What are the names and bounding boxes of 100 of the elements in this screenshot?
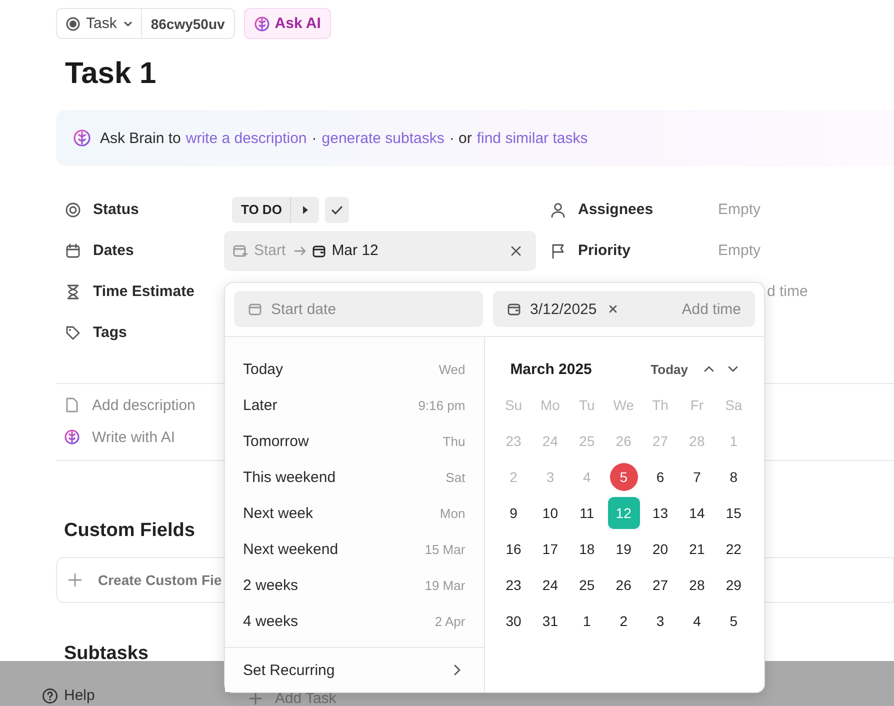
section-title: Custom Fields <box>64 519 195 543</box>
weekday-label: Th <box>652 397 668 413</box>
calendar-day[interactable]: 6 <box>644 461 676 493</box>
banner-text: Ask Brain to <box>100 130 181 146</box>
property-label: Dates <box>93 242 134 259</box>
calendar-day[interactable]: 8 <box>718 461 750 493</box>
shortcut-item[interactable]: Next weekend 15 Mar <box>225 531 484 567</box>
due-date-value: 3/12/2025 <box>530 300 597 318</box>
banner-link[interactable]: write a description <box>186 130 307 146</box>
banner-link[interactable]: generate subtasks <box>322 130 444 146</box>
task-id[interactable]: 86cwy50uv <box>142 9 234 38</box>
shortcut-item[interactable]: Later 9:16 pm <box>225 387 484 423</box>
ask-ai-button[interactable]: Ask AI <box>244 8 331 39</box>
calendar-day[interactable]: 22 <box>718 533 750 565</box>
arrow-right-icon <box>294 244 306 256</box>
shortcut-item[interactable]: 4 weeks 2 Apr <box>225 603 484 639</box>
shortcut-hint: 19 Mar <box>424 578 466 592</box>
calendar-day[interactable]: 21 <box>680 533 713 565</box>
calendar-day[interactable]: 24 <box>534 569 566 601</box>
shortcut-item[interactable]: This weekend Sat <box>225 459 484 495</box>
calendar-day[interactable]: 2 <box>608 605 640 637</box>
plus-icon <box>248 692 262 705</box>
shortcut-label: 4 weeks <box>243 612 298 630</box>
weekday-label: We <box>613 397 634 413</box>
close-icon <box>510 244 522 256</box>
calendar-icon <box>65 242 81 258</box>
banner-text: · <box>312 130 317 146</box>
shortcut-hint: Thu <box>442 434 466 448</box>
close-icon <box>608 304 618 314</box>
caret-right-icon <box>302 206 308 214</box>
property-label: Priority <box>578 242 631 259</box>
date-range-field[interactable]: Start Mar 12 <box>224 230 536 270</box>
status-label: TO DO <box>232 196 291 222</box>
hourglass-icon <box>65 284 81 300</box>
calendar-icon <box>248 302 262 316</box>
calendar-day[interactable]: 19 <box>608 533 640 565</box>
shortcut-item[interactable]: Today Wed <box>225 351 484 387</box>
shortcut-label: Today <box>243 360 284 378</box>
task-type-label: Task <box>86 15 117 32</box>
calendar-day[interactable]: 23 <box>498 569 530 601</box>
help-button[interactable]: Help <box>42 687 95 704</box>
calendar-icon <box>507 302 521 316</box>
calendar-day[interactable]: 3 <box>644 605 676 637</box>
help-icon <box>42 688 58 704</box>
radio-dot-icon <box>66 16 80 30</box>
calendar-day[interactable]: 4 <box>680 605 713 637</box>
calendar-day[interactable]: 30 <box>498 605 530 637</box>
calendar-day[interactable]: 31 <box>534 605 566 637</box>
calendar-day[interactable]: 20 <box>644 533 676 565</box>
recurring-label: Set Recurring <box>243 662 335 678</box>
property-label: Tags <box>93 324 127 341</box>
status-icon <box>65 202 81 218</box>
calendar-day[interactable]: 28 <box>680 569 713 601</box>
tag-icon <box>65 324 81 340</box>
task-type-selector[interactable]: Task 86cwy50uv <box>56 8 235 39</box>
shortcut-label: This weekend <box>243 468 336 486</box>
document-icon <box>64 397 80 413</box>
today-button[interactable]: Today <box>650 362 694 376</box>
calendar-day[interactable]: 9 <box>498 497 530 529</box>
calendar-day[interactable]: 1 <box>570 605 603 637</box>
calendar-day[interactable]: 7 <box>680 461 713 493</box>
calendar-day[interactable]: 17 <box>534 533 566 565</box>
calendar-day[interactable]: 5 <box>718 605 750 637</box>
calendar-day[interactable]: 18 <box>570 533 603 565</box>
calendar-icon <box>312 244 326 258</box>
section-title: Subtasks <box>64 643 148 665</box>
complete-button[interactable] <box>324 196 349 222</box>
calendar-day[interactable]: 5 <box>610 463 638 491</box>
shortcut-hint: 2 Apr <box>434 614 466 628</box>
calendar-day[interactable]: 27 <box>644 569 676 601</box>
status-button[interactable]: TO DO <box>232 196 319 222</box>
shortcut-hint: Mon <box>440 506 466 520</box>
calendar-day[interactable]: 16 <box>498 533 530 565</box>
calendar-day[interactable]: 29 <box>718 569 750 601</box>
calendar-day[interactable]: 10 <box>534 497 566 529</box>
task-title[interactable]: Task 1 <box>65 56 894 92</box>
shortcut-label: Tomorrow <box>243 432 309 450</box>
shortcut-label: Later <box>243 396 278 414</box>
banner-text: · or <box>449 130 472 146</box>
shortcut-item[interactable]: Next week Mon <box>225 495 484 531</box>
weekday-label: Tu <box>578 397 595 413</box>
due-date-field[interactable]: 3/12/2025 Add time <box>493 291 755 327</box>
flag-icon <box>550 242 566 258</box>
set-recurring-item[interactable]: Set Recurring <box>225 647 484 692</box>
calendar-day[interactable]: 26 <box>608 569 640 601</box>
shortcut-item[interactable]: Tomorrow Thu <box>225 423 484 459</box>
weekday-label: Su <box>504 397 522 413</box>
banner-link[interactable]: find similar tasks <box>476 130 588 146</box>
shortcut-label: 2 weeks <box>243 576 298 594</box>
start-date: Start <box>254 242 286 259</box>
calendar-day[interactable]: 13 <box>644 497 676 529</box>
calendar-day[interactable]: 14 <box>680 497 713 529</box>
shortcut-label: Next weekend <box>243 540 338 558</box>
calendar-day[interactable]: 25 <box>570 569 603 601</box>
calendar-day[interactable]: 11 <box>570 497 603 529</box>
calendar-day[interactable]: 15 <box>718 497 750 529</box>
property-label: Status <box>93 201 139 218</box>
shortcut-item[interactable]: 2 weeks 19 Mar <box>225 567 484 603</box>
shortcut-hint: Wed <box>438 362 466 376</box>
calendar-plus-icon <box>232 242 248 258</box>
